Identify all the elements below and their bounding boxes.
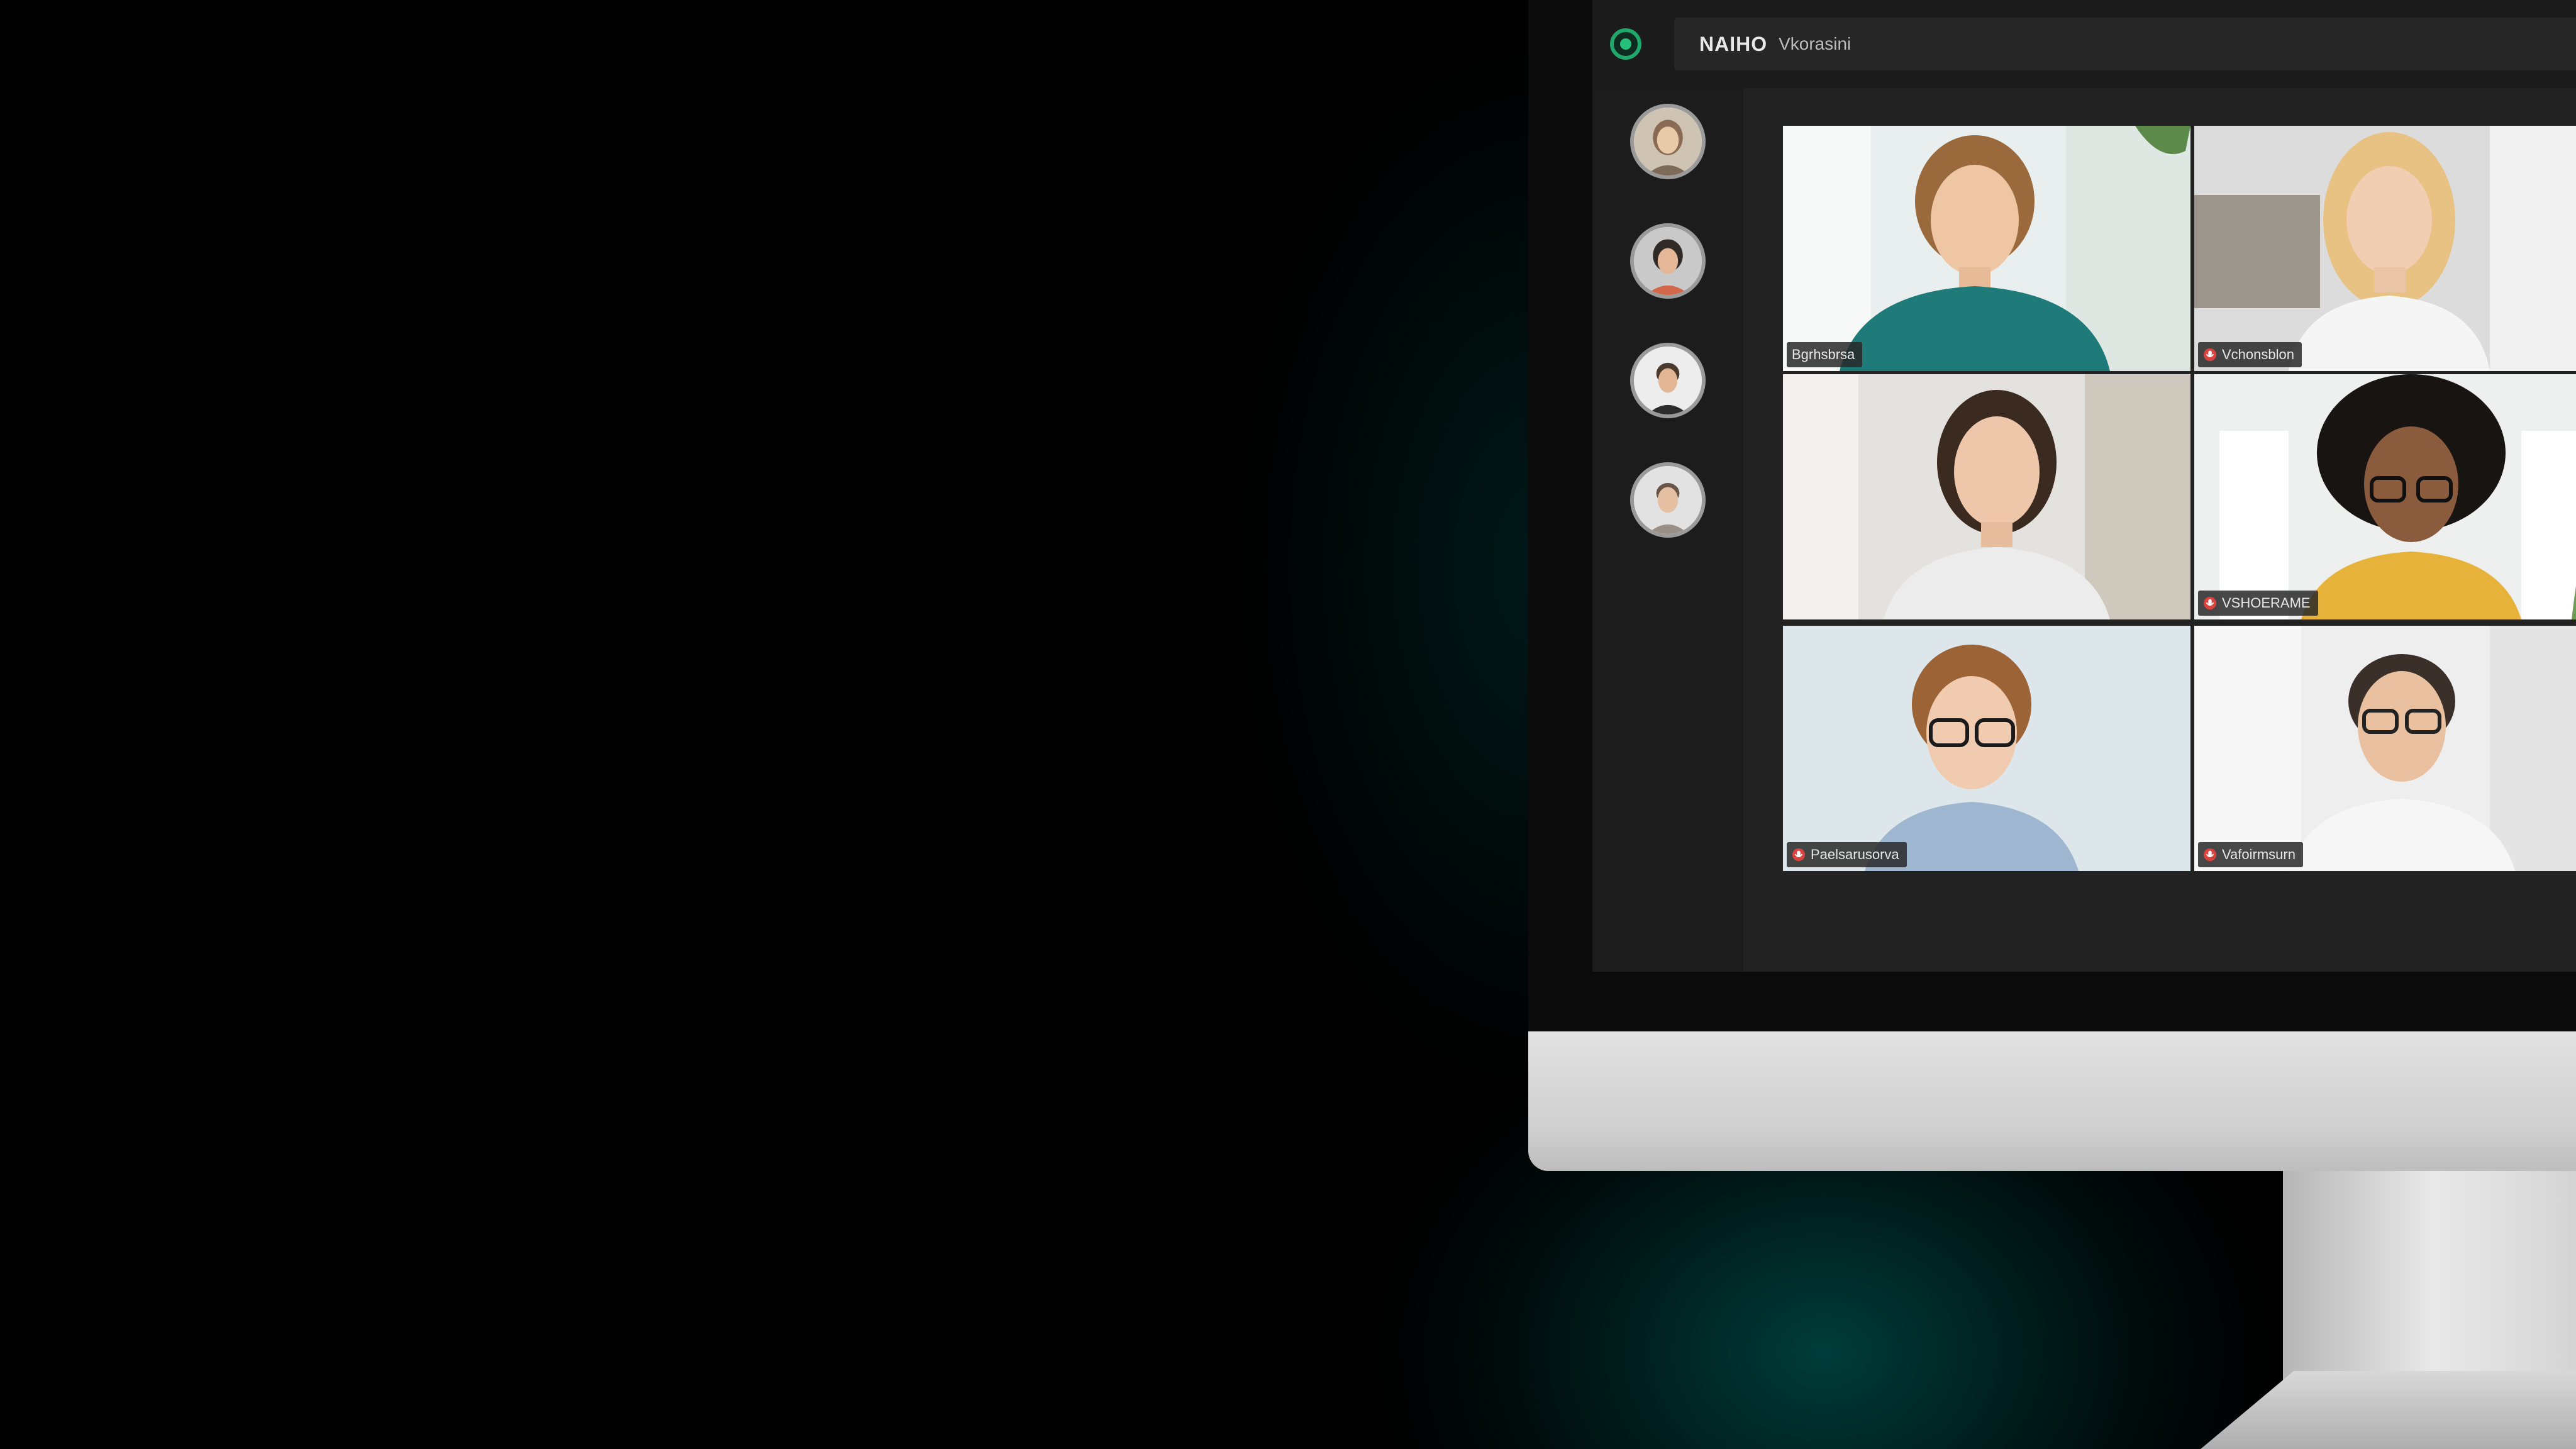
participant-avatar-1[interactable]	[1630, 104, 1706, 179]
video-tile-4[interactable]: VSHOERAME	[2194, 374, 2576, 619]
participant-avatar-2[interactable]	[1630, 223, 1706, 299]
participant-name-tag-1: Bgrhsbrsa	[1787, 342, 1863, 367]
video-tile-1[interactable]: Bgrhsbrsa	[1783, 126, 2190, 371]
participant-name-5: Paelsarusorva	[1811, 847, 1899, 862]
participant-name-tag-2: Vchonsblon	[2198, 342, 2302, 367]
app-logo-icon[interactable]	[1610, 28, 1641, 60]
avatar-2-icon	[1634, 227, 1702, 295]
participant-name-6: Vafoirmsurn	[2222, 847, 2296, 862]
participant-video-3	[1783, 374, 2190, 619]
background-scene: NAIHO Vkorasini Bgrhsbrsa Vchonsblon VSH…	[0, 0, 2576, 1449]
avatar-4-icon	[1634, 466, 1702, 534]
meeting-subtitle: Vkorasini	[1779, 34, 1852, 53]
participant-video-6	[2194, 626, 2576, 871]
video-tile-6[interactable]: Vafoirmsurn	[2194, 626, 2576, 871]
participants-sidebar	[1592, 88, 1743, 972]
participant-video-4	[2194, 374, 2576, 619]
participant-video-2	[2194, 126, 2576, 371]
mic-off-icon	[2203, 848, 2217, 862]
app-title: NAIHO	[1699, 32, 1768, 55]
participant-name-4: VSHOERAME	[2222, 595, 2311, 611]
participant-name-tag-4: VSHOERAME	[2198, 591, 2318, 616]
monitor-bezel: NAIHO Vkorasini Bgrhsbrsa Vchonsblon VSH…	[1528, 0, 2576, 1031]
meeting-title-bar: NAIHO Vkorasini	[1674, 18, 2576, 70]
app-titlebar: NAIHO Vkorasini	[1592, 0, 2576, 88]
participant-video-1	[1783, 126, 2190, 371]
participant-avatar-4[interactable]	[1630, 462, 1706, 538]
participant-name-tag-5: Paelsarusorva	[1787, 842, 1907, 867]
participant-name-1: Bgrhsbrsa	[1792, 347, 1855, 362]
desktop-monitor: NAIHO Vkorasini Bgrhsbrsa Vchonsblon VSH…	[1528, 0, 2576, 1449]
mic-off-icon	[2203, 348, 2217, 362]
participant-avatar-3[interactable]	[1630, 343, 1706, 418]
video-tile-5[interactable]: Paelsarusorva	[1783, 626, 2190, 871]
participant-video-5	[1783, 626, 2190, 871]
mic-off-icon	[2203, 596, 2217, 610]
monitor-chin	[1528, 1031, 2576, 1171]
mic-off-icon	[1792, 848, 1806, 862]
avatar-3-icon	[1634, 347, 1702, 414]
video-call-app-window: NAIHO Vkorasini Bgrhsbrsa Vchonsblon VSH…	[1592, 0, 2576, 972]
participant-name-tag-6: Vafoirmsurn	[2198, 842, 2303, 867]
video-tile-3[interactable]	[1783, 374, 2190, 619]
video-tile-2[interactable]: Vchonsblon	[2194, 126, 2576, 371]
participant-name-2: Vchonsblon	[2222, 347, 2294, 362]
avatar-1-icon	[1634, 108, 1702, 175]
monitor-stand-base	[2189, 1371, 2576, 1449]
video-grid: Bgrhsbrsa Vchonsblon VSHOERAME Paelsarus…	[1743, 88, 2576, 972]
